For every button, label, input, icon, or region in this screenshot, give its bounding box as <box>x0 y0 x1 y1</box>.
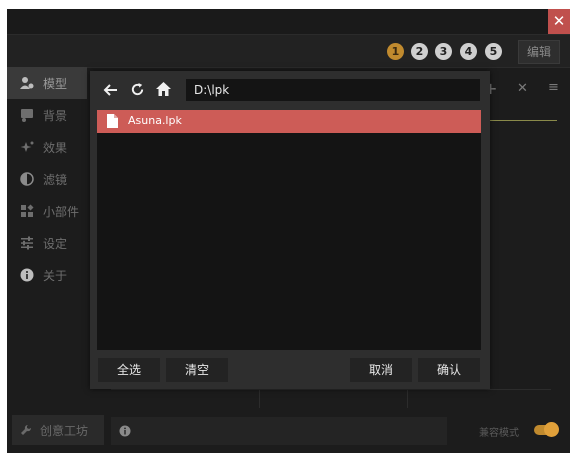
title-bar: ✕ <box>7 9 570 34</box>
path-input[interactable] <box>186 79 480 101</box>
widget-icon <box>21 204 34 217</box>
sidebar-item-label: 效果 <box>43 141 68 155</box>
background-icon <box>21 109 33 122</box>
sidebar-item-label: 滤镜 <box>43 173 68 187</box>
compat-mode-label: 兼容模式 <box>479 428 519 439</box>
wrench-icon <box>21 424 32 435</box>
workshop-label: 创意工坊 <box>40 424 89 438</box>
sidebar-item-label: 模型 <box>43 77 68 91</box>
tab-1[interactable]: 1 <box>387 43 404 60</box>
file-name: Asuna.lpk <box>128 114 182 127</box>
tab-3[interactable]: 3 <box>435 43 452 60</box>
file-icon <box>107 114 118 128</box>
sidebar-item-label: 关于 <box>43 269 68 283</box>
sidebar-item-effect[interactable]: 效果 <box>7 131 87 163</box>
remove-button[interactable]: ✕ <box>517 81 528 96</box>
cancel-button[interactable]: 取消 <box>350 358 412 382</box>
confirm-button[interactable]: 确认 <box>418 358 480 382</box>
sidebar-item-background[interactable]: 背景 <box>7 99 87 131</box>
workshop-button[interactable]: 创意工坊 <box>12 415 104 445</box>
tab-2[interactable]: 2 <box>411 43 428 60</box>
sidebar-item-label: 设定 <box>43 237 68 251</box>
sidebar: 模型 背景 效果 滤镜 小部件 设定 关于 <box>7 67 87 407</box>
sidebar-item-about[interactable]: 关于 <box>7 259 87 291</box>
info-icon <box>20 268 34 282</box>
close-button[interactable]: ✕ <box>548 9 570 34</box>
tab-5[interactable]: 5 <box>485 43 502 60</box>
clear-button[interactable]: 清空 <box>166 358 228 382</box>
filter-icon <box>20 172 34 186</box>
file-dialog: Asuna.lpk 全选 清空 取消 确认 <box>90 71 490 389</box>
select-all-button[interactable]: 全选 <box>98 358 160 382</box>
sidebar-item-settings[interactable]: 设定 <box>7 227 87 259</box>
toggle-knob[interactable] <box>544 422 559 437</box>
grid-lines <box>111 389 551 408</box>
model-icon <box>20 77 34 89</box>
status-bar <box>111 417 447 445</box>
sort-menu-button[interactable]: ≡ <box>548 80 559 95</box>
dialog-nav-bar <box>90 71 490 109</box>
tab-4[interactable]: 4 <box>460 43 477 60</box>
sidebar-item-label: 背景 <box>43 109 68 123</box>
sidebar-item-label: 小部件 <box>43 205 80 219</box>
info-icon <box>119 425 131 437</box>
file-list: Asuna.lpk <box>97 110 481 350</box>
home-icon[interactable] <box>155 81 172 97</box>
settings-icon <box>21 236 33 250</box>
list-item[interactable]: Asuna.lpk <box>97 110 481 133</box>
sidebar-item-widget[interactable]: 小部件 <box>7 195 87 227</box>
bottom-bar: 创意工坊 兼容模式 <box>7 409 570 453</box>
refresh-icon[interactable] <box>130 82 145 97</box>
edit-button[interactable]: 编辑 <box>518 40 560 64</box>
sidebar-item-model[interactable]: 模型 <box>7 67 87 99</box>
back-arrow-icon[interactable] <box>102 82 118 98</box>
top-toolbar: 1 2 3 4 5 编辑 <box>7 34 570 68</box>
effect-icon <box>20 141 34 152</box>
sidebar-item-filter[interactable]: 滤镜 <box>7 163 87 195</box>
